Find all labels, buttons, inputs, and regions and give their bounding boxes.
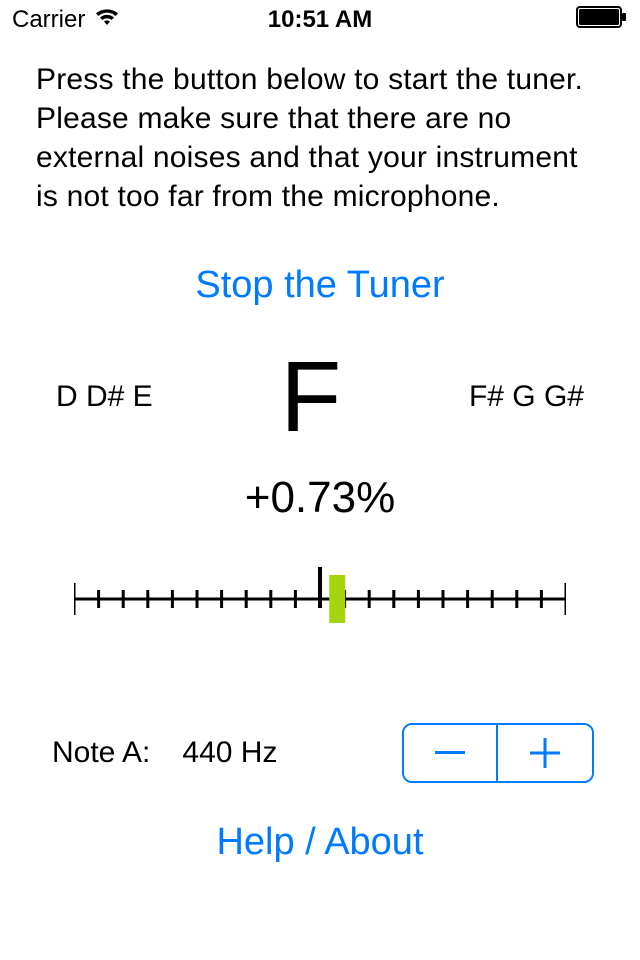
note-current: F <box>280 347 341 447</box>
instructions-text: Press the button below to start the tune… <box>36 60 604 216</box>
stepper-minus-button[interactable] <box>404 725 498 781</box>
wifi-icon <box>93 6 121 34</box>
help-about-button[interactable]: Help / About <box>36 821 604 864</box>
notes-left: D D# E <box>56 380 153 414</box>
status-bar: Carrier 10:51 AM <box>0 0 640 40</box>
reference-label: Note A: <box>52 736 150 770</box>
reference-row: Note A: 440 Hz <box>36 723 604 783</box>
tuning-indicator <box>329 575 345 623</box>
pitch-offset: +0.73% <box>36 473 604 523</box>
stop-tuner-button[interactable]: Stop the Tuner <box>36 264 604 307</box>
note-display: D D# E F F# G G# <box>36 347 604 447</box>
reference-value: 440 Hz <box>182 736 277 770</box>
status-time: 10:51 AM <box>268 6 372 34</box>
minus-icon <box>435 751 465 755</box>
battery-icon <box>576 6 628 35</box>
plus-icon <box>530 738 560 768</box>
tuning-scale <box>74 563 566 623</box>
carrier-label: Carrier <box>12 6 85 34</box>
notes-right: F# G G# <box>469 380 584 414</box>
reference-stepper <box>402 723 594 783</box>
stepper-plus-button[interactable] <box>498 725 592 781</box>
